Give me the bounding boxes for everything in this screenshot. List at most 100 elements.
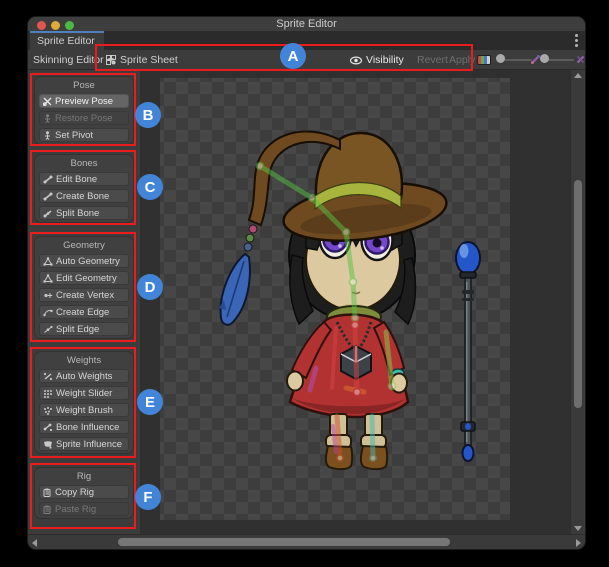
desktop-background: Sprite Editor Sprite Editor Skinning Edi… <box>0 0 609 567</box>
staff-orb <box>456 242 480 274</box>
eye-icon <box>350 56 362 65</box>
create-vertex-button[interactable]: Create Vertex <box>39 288 129 302</box>
toolbar: Skinning Editor Sprite Sheet Visibility <box>28 50 585 70</box>
auto-weights-button[interactable]: Auto Weights <box>39 369 129 383</box>
split-bone-button[interactable]: Split Bone <box>39 206 129 220</box>
set-pivot-button[interactable]: Set Pivot <box>39 128 129 142</box>
scroll-right-arrow-icon[interactable] <box>576 539 581 547</box>
mode-dropdown[interactable]: Skinning Editor <box>33 50 114 70</box>
canvas-svg <box>140 70 570 534</box>
annotation-badge-f: F <box>135 484 161 510</box>
paste-rig-button[interactable]: Paste Rig <box>39 502 129 516</box>
create-bone-button[interactable]: Create Bone <box>39 189 129 203</box>
bone-opacity-icon <box>576 55 585 64</box>
weights-group-title: Weights <box>35 355 133 366</box>
weight-slider-button[interactable]: Weight Slider <box>39 386 129 400</box>
bone-opacity-knob[interactable] <box>540 54 549 63</box>
apply-label: Apply <box>449 54 475 66</box>
horizontal-scroll-thumb[interactable] <box>118 538 450 546</box>
bone-influence-button[interactable]: Bone Influence <box>39 420 129 434</box>
restore-pose-icon <box>43 114 52 123</box>
create-edge-button[interactable]: Create Edge <box>39 305 129 319</box>
edit-geometry-button[interactable]: Edit Geometry <box>39 271 129 285</box>
button-label: Edit Bone <box>56 174 97 185</box>
color-swatch-icon[interactable] <box>477 55 491 65</box>
weight-slider-icon <box>43 389 53 398</box>
sprite-opacity-icon <box>531 55 540 64</box>
annotation-badge-e: E <box>137 389 163 415</box>
sprite-opacity-knob[interactable] <box>496 54 505 63</box>
revert-button[interactable]: Revert <box>417 50 448 70</box>
button-label: Restore Pose <box>55 113 113 124</box>
auto-geometry-button[interactable]: Auto Geometry <box>39 254 129 268</box>
button-label: Bone Influence <box>56 422 119 433</box>
button-label: Paste Rig <box>55 504 96 515</box>
button-label: Auto Weights <box>56 371 112 382</box>
tab-bar: Sprite Editor <box>28 31 585 50</box>
pose-group-title: Pose <box>35 80 133 91</box>
horizontal-scrollbar[interactable] <box>28 534 585 549</box>
scroll-up-arrow-icon[interactable] <box>574 73 582 78</box>
sprite-sheet-button[interactable]: Sprite Sheet <box>106 50 178 70</box>
sprite-sheet-grid-icon <box>106 55 116 65</box>
edit-bone-icon <box>43 175 53 184</box>
tab-sprite-editor[interactable]: Sprite Editor <box>30 31 104 50</box>
window-title: Sprite Editor <box>28 18 585 30</box>
paste-rig-icon <box>43 505 52 514</box>
visibility-label: Visibility <box>366 54 404 66</box>
tool-sidebar: Pose Preview Pose Restore Pose <box>28 70 140 534</box>
geometry-group-title: Geometry <box>35 240 133 251</box>
hand-left <box>287 372 303 391</box>
weights-group: Weights Auto Weights <box>34 351 134 454</box>
button-label: Split Edge <box>56 324 99 335</box>
weight-brush-icon <box>43 406 53 415</box>
set-pivot-icon <box>43 131 52 140</box>
copy-rig-button[interactable]: Copy Rig <box>39 485 129 499</box>
revert-label: Revert <box>417 54 448 66</box>
preview-pose-icon <box>43 97 52 106</box>
button-label: Set Pivot <box>55 130 93 141</box>
button-label: Preview Pose <box>55 96 113 107</box>
hat-bead-3 <box>244 243 252 251</box>
create-bone-icon <box>43 192 53 201</box>
sprite-influence-icon <box>43 440 53 449</box>
annotation-badge-b: B <box>135 102 161 128</box>
button-label: Weight Slider <box>56 388 112 399</box>
staff-tip-gem <box>463 445 474 461</box>
sprite-editor-window: Sprite Editor Sprite Editor Skinning Edi… <box>28 17 585 549</box>
preview-pose-button[interactable]: Preview Pose <box>39 94 129 108</box>
weight-brush-button[interactable]: Weight Brush <box>39 403 129 417</box>
split-edge-icon <box>43 325 53 334</box>
button-label: Copy Rig <box>55 487 94 498</box>
rig-group: Rig Copy Rig Paste Rig <box>34 467 134 519</box>
button-label: Weight Brush <box>56 405 113 416</box>
apply-button[interactable]: Apply <box>449 50 475 70</box>
vertical-scrollbar[interactable] <box>570 70 584 534</box>
restore-pose-button[interactable]: Restore Pose <box>39 111 129 125</box>
kebab-menu-icon[interactable] <box>575 34 578 37</box>
auto-geometry-icon <box>43 257 53 266</box>
button-label: Auto Geometry <box>56 256 120 267</box>
rig-group-title: Rig <box>35 471 133 482</box>
button-label: Split Bone <box>56 208 99 219</box>
vertical-scroll-thumb[interactable] <box>574 180 582 408</box>
bones-group-title: Bones <box>35 158 133 169</box>
scroll-down-arrow-icon[interactable] <box>574 526 582 531</box>
mode-dropdown-label: Skinning Editor <box>33 54 104 66</box>
annotation-badge-d: D <box>137 274 163 300</box>
scroll-left-arrow-icon[interactable] <box>32 539 37 547</box>
bone-influence-icon <box>43 423 53 432</box>
hat-bead-2 <box>246 234 254 242</box>
visibility-button[interactable]: Visibility <box>350 50 404 70</box>
button-label: Sprite Influence <box>56 439 122 450</box>
edit-bone-button[interactable]: Edit Bone <box>39 172 129 186</box>
split-edge-button[interactable]: Split Edge <box>39 322 129 336</box>
annotation-badge-c: C <box>137 174 163 200</box>
title-bar: Sprite Editor <box>28 17 585 31</box>
sprite-influence-button[interactable]: Sprite Influence <box>39 437 129 451</box>
sprite-canvas[interactable] <box>140 70 570 534</box>
split-bone-icon <box>43 209 53 218</box>
button-label: Edit Geometry <box>56 273 117 284</box>
edit-geometry-icon <box>43 274 53 283</box>
button-label: Create Bone <box>56 191 109 202</box>
